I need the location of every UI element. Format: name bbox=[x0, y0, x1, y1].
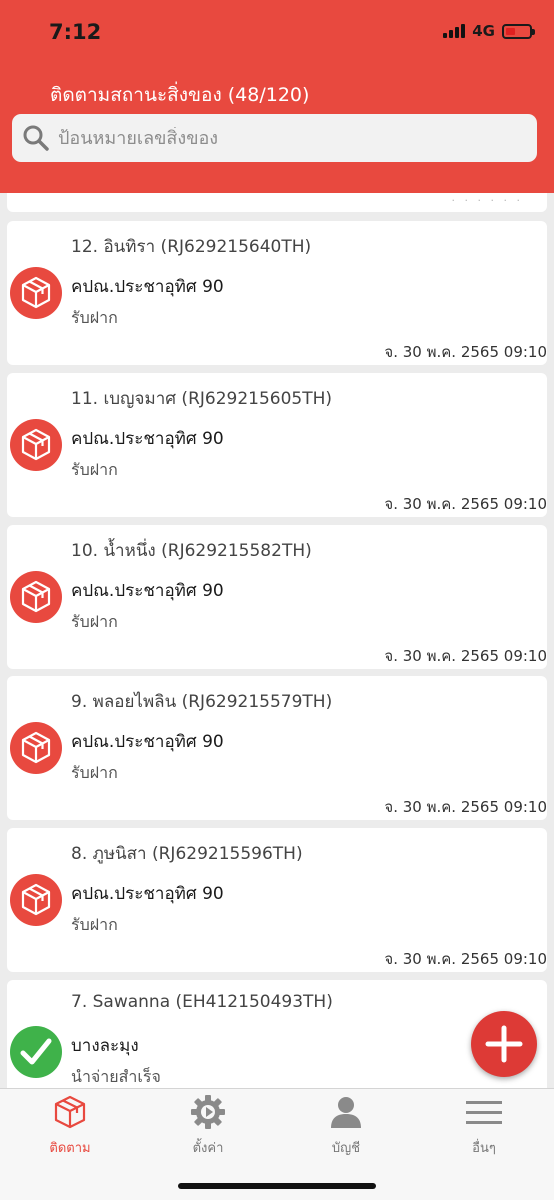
item-location: คปณ.ประชาอุทิศ 90 bbox=[71, 732, 224, 752]
package-icon bbox=[10, 571, 62, 623]
item-location: บางละมุง bbox=[71, 1036, 139, 1056]
tab-label: ติดตาม bbox=[49, 1141, 91, 1156]
item-location: คปณ.ประชาอุทิศ 90 bbox=[71, 581, 224, 601]
list-item[interactable]: 9. พลอยไพลิน (RJ629215579TH) คปณ.ประชาอุ… bbox=[7, 676, 547, 820]
item-date: จ. 30 พ.ค. 2565 09:10 bbox=[384, 343, 547, 361]
signal-icon bbox=[443, 24, 466, 38]
item-location: คปณ.ประชาอุทิศ 90 bbox=[71, 277, 224, 297]
check-icon bbox=[10, 1026, 62, 1078]
status-indicators: 4G bbox=[443, 22, 535, 40]
menu-icon bbox=[466, 1101, 502, 1124]
item-date: จ. 30 พ.ค. 2565 09:10 bbox=[384, 950, 547, 968]
user-icon bbox=[331, 1097, 361, 1128]
search-icon bbox=[23, 125, 49, 151]
package-icon bbox=[10, 419, 62, 471]
search-input[interactable] bbox=[56, 126, 520, 150]
tab-label: บัญชี bbox=[331, 1141, 361, 1156]
list-item[interactable]: 10. น้ำหนึ่ง (RJ629215582TH) คปณ.ประชาอุ… bbox=[7, 525, 547, 669]
tab-more[interactable]: อื่นๆ bbox=[434, 1089, 534, 1159]
tab-label: อื่นๆ bbox=[472, 1141, 496, 1156]
tab-account[interactable]: บัญชี bbox=[296, 1089, 396, 1159]
list-item[interactable]: 11. เบญจมาศ (RJ629215605TH) คปณ.ประชาอุท… bbox=[7, 373, 547, 517]
package-icon bbox=[10, 267, 62, 319]
app-header: 7:12 4G ติดตามสถานะสิ่งของ (48/120) bbox=[0, 0, 554, 193]
battery-icon bbox=[502, 23, 535, 39]
item-title: 12. อินทิรา (RJ629215640TH) bbox=[71, 237, 312, 257]
item-date: จ. 30 พ.ค. 2565 09:10 bbox=[384, 647, 547, 665]
plus-icon bbox=[485, 1025, 523, 1063]
item-title: 7. Sawanna (EH412150493TH) bbox=[71, 992, 333, 1012]
item-title: 8. ภูษนิสา (RJ629215596TH) bbox=[71, 844, 303, 864]
tab-settings[interactable]: ตั้งค่า bbox=[158, 1089, 258, 1159]
list-item[interactable]: 12. อินทิรา (RJ629215640TH) คปณ.ประชาอุท… bbox=[7, 221, 547, 365]
item-location: คปณ.ประชาอุทิศ 90 bbox=[71, 429, 224, 449]
item-status: นำจ่ายสำเร็จ bbox=[71, 1067, 161, 1086]
status-time: 7:12 bbox=[49, 20, 102, 44]
tab-tracking[interactable]: ติดตาม bbox=[20, 1089, 120, 1159]
home-indicator[interactable] bbox=[178, 1183, 376, 1189]
item-date: จ. 30 พ.ค. 2565 09:10 bbox=[384, 798, 547, 816]
page-title: ติดตามสถานะสิ่งของ (48/120) bbox=[50, 84, 310, 106]
item-status: รับฝาก bbox=[71, 460, 118, 479]
item-location: คปณ.ประชาอุทิศ 90 bbox=[71, 884, 224, 904]
item-date: จ. 30 พ.ค. 2565 09:10 bbox=[384, 495, 547, 513]
item-title: 10. น้ำหนึ่ง (RJ629215582TH) bbox=[71, 541, 312, 561]
item-title: 9. พลอยไพลิน (RJ629215579TH) bbox=[71, 692, 333, 712]
item-title: 11. เบญจมาศ (RJ629215605TH) bbox=[71, 389, 333, 409]
gear-icon bbox=[191, 1095, 225, 1129]
search-bar[interactable] bbox=[12, 114, 537, 162]
item-status: รับฝาก bbox=[71, 612, 118, 631]
item-status: รับฝาก bbox=[71, 915, 118, 934]
tab-label: ตั้งค่า bbox=[192, 1141, 224, 1156]
network-label: 4G bbox=[472, 22, 495, 40]
package-icon bbox=[10, 722, 62, 774]
list-item[interactable]: 7. Sawanna (EH412150493TH) บางละมุง นำจ่… bbox=[7, 980, 547, 1088]
add-button[interactable] bbox=[471, 1011, 537, 1077]
tracking-list[interactable]: · · · · · · 12. อินทิรา (RJ629215640TH) … bbox=[0, 193, 554, 1088]
package-icon bbox=[10, 874, 62, 926]
list-item[interactable]: 8. ภูษนิสา (RJ629215596TH) คปณ.ประชาอุทิ… bbox=[7, 828, 547, 972]
item-status: รับฝาก bbox=[71, 308, 118, 327]
list-item-partial: · · · · · · bbox=[7, 193, 547, 212]
package-tab-icon bbox=[54, 1095, 86, 1129]
item-status: รับฝาก bbox=[71, 763, 118, 782]
